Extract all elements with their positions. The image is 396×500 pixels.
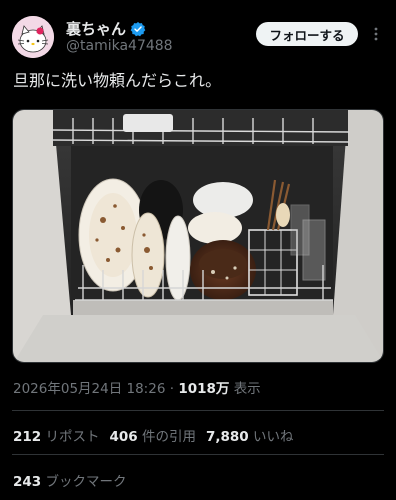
likes-count: 7,880 (205, 429, 249, 445)
name-row: 裏ちゃん (66, 18, 146, 39)
reposts-count: 212 (13, 429, 42, 445)
tweet-text: 旦那に洗い物頼んだらこれ。 (13, 71, 222, 90)
bookmarks-stat[interactable]: 243 ブックマーク (13, 470, 126, 490)
display-name[interactable]: 裏ちゃん (66, 18, 126, 39)
likes-stat[interactable]: 7,880 いいね (206, 429, 294, 445)
bookmarks-label: ブックマーク (45, 474, 127, 490)
dishwasher-photo (13, 110, 383, 362)
quotes-label: 件の引用 (141, 429, 196, 445)
follow-button[interactable]: フォローする (256, 22, 358, 46)
tweet-media-image[interactable] (12, 109, 384, 363)
quotes-stat[interactable]: 406 件の引用 (109, 429, 195, 445)
more-vertical-icon (374, 27, 378, 41)
quotes-count: 406 (109, 429, 138, 445)
verified-badge-icon (130, 21, 146, 36)
reposts-label: リポスト (45, 429, 100, 445)
engagement-stats: 212 リポスト 406 件の引用 7,880 いいね (13, 425, 293, 445)
separator-dot: · (169, 381, 175, 397)
views-label: 表示 (233, 381, 261, 397)
avatar[interactable] (12, 16, 54, 58)
divider (12, 410, 384, 411)
divider (12, 454, 384, 455)
user-handle[interactable]: @tamika47488 (66, 38, 173, 54)
tweet-timestamp-row: 2026年05月24日 18:26 · 1018万 表示 (13, 377, 261, 397)
likes-label: いいね (252, 429, 294, 445)
hello-kitty-avatar-icon (12, 16, 54, 58)
reposts-stat[interactable]: 212 リポスト (13, 429, 99, 445)
views-count: 1018万 (178, 381, 230, 397)
bookmarks-count: 243 (13, 474, 42, 490)
timestamp[interactable]: 2026年05月24日 18:26 (13, 381, 165, 397)
more-options-icon[interactable] (367, 22, 385, 46)
